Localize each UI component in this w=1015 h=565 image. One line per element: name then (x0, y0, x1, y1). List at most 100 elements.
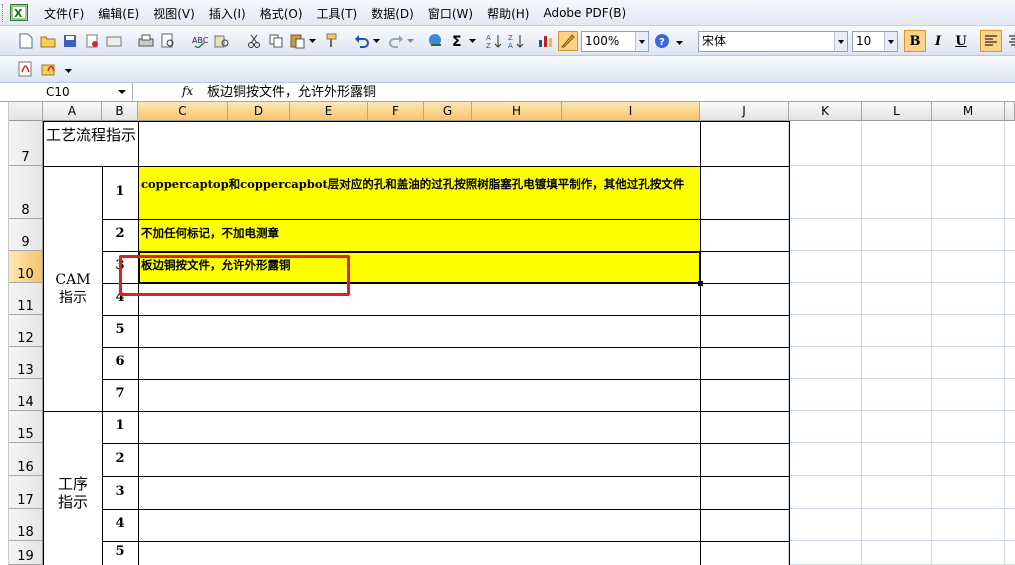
row-header-18[interactable]: 18 (9, 509, 43, 541)
row-header-19[interactable]: 19 (9, 541, 43, 565)
gridline (789, 508, 1015, 509)
cam-instruction-cell[interactable]: coppercaptop和coppercapbot层对应的孔和盖油的过孔按照树脂… (141, 177, 697, 192)
column-header-l[interactable]: L (862, 102, 932, 121)
font-select[interactable]: 宋体 (698, 31, 848, 52)
cut-icon[interactable] (244, 31, 264, 51)
paste-dropdown-icon[interactable] (308, 31, 318, 51)
save-icon[interactable] (60, 31, 80, 51)
menu-item[interactable]: 格式(O) (260, 5, 303, 22)
format-painter-icon[interactable] (322, 31, 342, 51)
menu-item[interactable]: 数据(D) (371, 5, 414, 22)
excel-app-icon[interactable]: X (10, 4, 28, 21)
pdf-convert-icon[interactable] (16, 59, 36, 79)
name-box[interactable]: C10 (8, 83, 133, 102)
column-header-k[interactable]: K (789, 102, 862, 121)
menu-item[interactable]: 视图(V) (153, 5, 195, 22)
menu-item[interactable]: 帮助(H) (487, 5, 529, 22)
column-header-j[interactable]: J (700, 102, 789, 121)
new-document-icon[interactable] (16, 31, 36, 51)
column-header-g[interactable]: G (424, 102, 472, 121)
gridline (789, 165, 1015, 166)
step-guide-label: 工序指示 (57, 475, 88, 511)
hyperlink-icon[interactable] (426, 31, 446, 51)
function-icon[interactable]: fx (182, 84, 193, 98)
worksheet-grid[interactable]: A B C D E F G H I J K L M 7 8 9 10 11 12 13 14 15 16 17 18 19 工艺流程… (0, 102, 1015, 565)
row-header-9[interactable]: 9 (9, 219, 43, 251)
row-header-7[interactable]: 7 (9, 121, 43, 166)
gridline (789, 346, 1015, 347)
border (102, 347, 789, 348)
print-icon[interactable] (136, 31, 156, 51)
spelling-icon[interactable]: ABC (190, 31, 210, 51)
column-header-e[interactable]: E (290, 102, 368, 121)
menu-item[interactable]: Adobe PDF(B) (543, 6, 626, 20)
print-preview-icon[interactable] (158, 31, 178, 51)
redo-dropdown-icon[interactable] (406, 31, 416, 51)
column-header-i[interactable]: I (562, 102, 700, 121)
column-header-a[interactable]: A (43, 102, 102, 121)
underline-button[interactable]: U (950, 30, 972, 52)
menu-item[interactable]: 插入(I) (209, 5, 246, 22)
sort-ascending-icon[interactable]: AZ (484, 31, 504, 51)
row-header-10[interactable]: 10 (9, 251, 43, 283)
copy-icon[interactable] (266, 31, 286, 51)
row-header-15[interactable]: 15 (9, 411, 43, 443)
row-header-11[interactable]: 11 (9, 283, 43, 315)
zoom-select[interactable]: 100% (581, 31, 649, 52)
column-header-d[interactable]: D (228, 102, 290, 121)
row-header-14[interactable]: 14 (9, 379, 43, 411)
cam-instruction-cell[interactable]: 不加任何标记，不加电测章 (141, 226, 697, 241)
help-icon[interactable]: ? (652, 31, 672, 51)
toolbar-grip[interactable] (2, 4, 5, 22)
chart-wizard-icon[interactable] (536, 31, 556, 51)
row-number: 8 (21, 203, 30, 218)
row-header-17[interactable]: 17 (9, 476, 43, 509)
autosum-dropdown-icon[interactable] (468, 31, 478, 51)
autosum-icon[interactable]: Σ (448, 31, 468, 51)
research-icon[interactable] (212, 31, 232, 51)
paste-icon[interactable] (288, 31, 308, 51)
item-number: 7 (115, 386, 125, 401)
toolbar-options-icon[interactable] (64, 59, 74, 79)
chevron-down-icon[interactable] (834, 32, 847, 51)
border (138, 121, 139, 565)
sort-descending-icon[interactable]: ZA (506, 31, 526, 51)
menu-item[interactable]: 编辑(E) (98, 5, 139, 22)
toolbar-options-icon[interactable] (675, 31, 685, 51)
italic-button[interactable]: I (927, 30, 949, 52)
row-header-12[interactable]: 12 (9, 315, 43, 347)
align-center-icon[interactable] (1005, 31, 1015, 51)
menu-item[interactable]: 工具(T) (317, 5, 358, 22)
drawing-icon[interactable] (558, 31, 578, 51)
column-header-c[interactable]: C (138, 102, 228, 121)
item-number: 5 (115, 322, 125, 337)
email-icon[interactable] (104, 31, 124, 51)
redo-icon[interactable] (386, 31, 406, 51)
chevron-down-icon[interactable] (118, 90, 126, 94)
row-number: 12 (17, 331, 34, 346)
column-header-m[interactable]: M (932, 102, 1005, 121)
chevron-down-icon[interactable] (635, 32, 648, 51)
undo-icon[interactable] (352, 31, 372, 51)
row-header-16[interactable]: 16 (9, 443, 43, 476)
column-header-f[interactable]: F (368, 102, 424, 121)
pdf-email-icon[interactable] (40, 59, 60, 79)
menu-item[interactable]: 窗口(W) (428, 5, 473, 22)
bold-button[interactable]: B (904, 30, 926, 52)
fill-handle[interactable] (698, 281, 703, 286)
row-header-13[interactable]: 13 (9, 347, 43, 379)
undo-dropdown-icon[interactable] (372, 31, 382, 51)
open-folder-icon[interactable] (38, 31, 58, 51)
select-all-corner[interactable] (9, 102, 43, 121)
column-header-b[interactable]: B (102, 102, 138, 121)
menu-item[interactable]: 文件(F) (44, 5, 84, 22)
align-left-icon[interactable] (980, 30, 1002, 52)
gridline (1004, 121, 1005, 565)
formula-input[interactable]: 板边铜按文件，允许外形露铜 (207, 83, 376, 102)
row-header-8[interactable]: 8 (9, 166, 43, 219)
column-header-h[interactable]: H (472, 102, 562, 121)
permission-icon[interactable] (82, 31, 102, 51)
font-size-select[interactable]: 10 (852, 31, 898, 52)
chevron-down-icon[interactable] (884, 32, 897, 51)
pdf-toolbar (0, 56, 1015, 83)
